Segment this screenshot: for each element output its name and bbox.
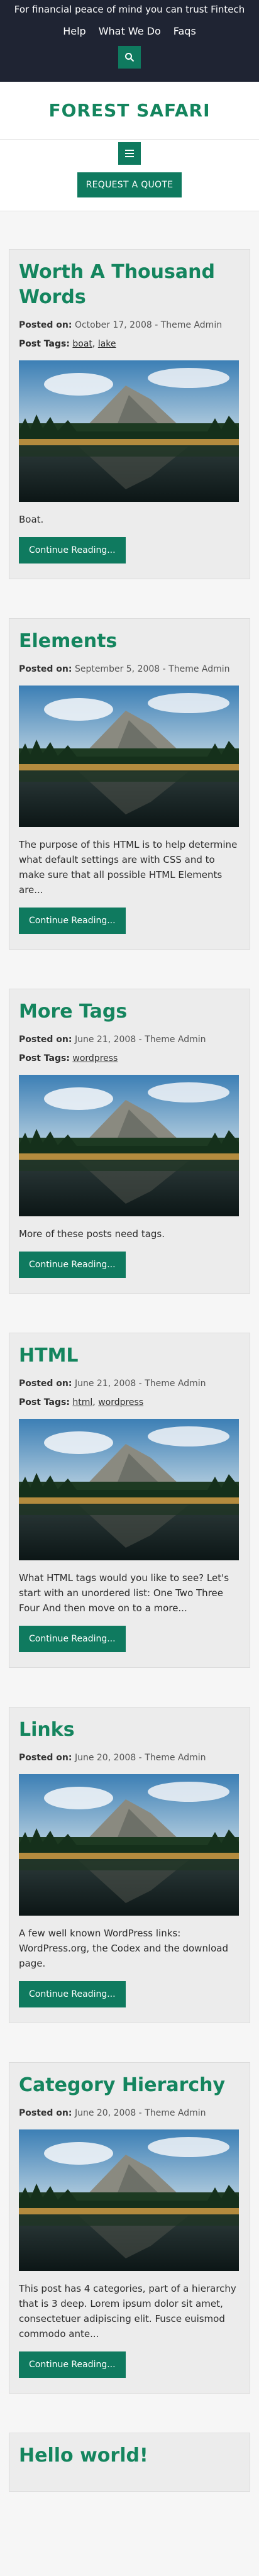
tag-link[interactable]: html <box>72 1397 92 1407</box>
request-quote-button[interactable]: REQUEST A QUOTE <box>77 172 182 197</box>
post-thumbnail[interactable] <box>19 2129 239 2271</box>
continue-reading-button[interactable]: Continue Reading... <box>19 2351 126 2378</box>
post-card: Hello world! <box>9 2433 250 2492</box>
topnav-what-we-do[interactable]: What We Do <box>99 25 161 37</box>
post-card: Worth A Thousand Words Posted on: October… <box>9 249 250 579</box>
search-button[interactable] <box>118 46 141 69</box>
post-meta: Posted on: June 21, 2008 - Theme Admin <box>19 1379 206 1389</box>
posted-on-label: Posted on: <box>19 2108 72 2118</box>
posted-on-label: Posted on: <box>19 664 72 674</box>
post-meta: Posted on: October 17, 2008 - Theme Admi… <box>19 320 223 330</box>
post-excerpt: The purpose of this HTML is to help dete… <box>19 839 238 896</box>
post-list: Worth A Thousand Words Posted on: October… <box>0 249 259 2492</box>
post-title[interactable]: Category Hierarchy <box>19 2073 240 2098</box>
post-excerpt: Boat. <box>19 514 44 525</box>
post-excerpt: This post has 4 categories, part of a hi… <box>19 2283 236 2340</box>
posted-on-label: Posted on: <box>19 1753 72 1763</box>
tag-link[interactable]: wordpress <box>98 1397 143 1407</box>
post-card: Elements Posted on: September 5, 2008 - T… <box>9 618 250 950</box>
site-tagline: For financial peace of mind you can trus… <box>14 4 245 15</box>
post-thumbnail[interactable] <box>19 1075 239 1216</box>
tag-link[interactable]: lake <box>98 339 116 349</box>
post-thumbnail[interactable] <box>19 360 239 502</box>
post-author[interactable]: Theme Admin <box>145 1035 206 1045</box>
post-date[interactable]: June 20, 2008 <box>75 2108 136 2118</box>
post-excerpt: A few well known WordPress links: WordPr… <box>19 1928 229 1969</box>
post-date[interactable]: June 21, 2008 <box>75 1035 136 1045</box>
continue-reading-button[interactable]: Continue Reading... <box>19 908 126 934</box>
post-author[interactable]: Theme Admin <box>168 664 229 674</box>
post-author[interactable]: Theme Admin <box>145 1753 206 1763</box>
topnav-faqs[interactable]: Faqs <box>174 25 196 37</box>
menu-toggle-button[interactable] <box>118 142 141 165</box>
post-date[interactable]: October 17, 2008 <box>75 320 152 330</box>
post-author[interactable]: Theme Admin <box>145 2108 206 2118</box>
main-navigation: REQUEST A QUOTE <box>0 140 259 211</box>
posted-on-label: Posted on: <box>19 1035 72 1045</box>
tag-link[interactable]: wordpress <box>72 1053 118 1063</box>
post-tags-label: Post Tags: <box>19 1397 70 1407</box>
topnav-help[interactable]: Help <box>63 25 85 37</box>
post-title[interactable]: Worth A Thousand Words <box>19 260 240 310</box>
hamburger-icon <box>125 150 134 151</box>
post-thumbnail[interactable] <box>19 1774 239 1916</box>
post-card: More Tags Posted on: June 21, 2008 - Them… <box>9 989 250 1294</box>
post-tags-label: Post Tags: <box>19 339 70 349</box>
post-tags-label: Post Tags: <box>19 1053 70 1063</box>
post-title[interactable]: HTML <box>19 1343 240 1368</box>
post-title[interactable]: Elements <box>19 629 240 654</box>
post-date[interactable]: June 21, 2008 <box>75 1379 136 1389</box>
posted-on-label: Posted on: <box>19 1379 72 1389</box>
post-thumbnail[interactable] <box>19 1419 239 1560</box>
post-meta: Posted on: September 5, 2008 - Theme Adm… <box>19 664 230 674</box>
post-date[interactable]: September 5, 2008 <box>75 664 160 674</box>
post-meta: Posted on: June 21, 2008 - Theme Admin <box>19 1035 206 1045</box>
post-card: Links Posted on: June 20, 2008 - Theme Ad… <box>9 1707 250 2023</box>
post-excerpt: More of these posts need tags. <box>19 1228 165 1240</box>
post-excerpt: What HTML tags would you like to see? Le… <box>19 1572 229 1614</box>
post-meta: Posted on: June 20, 2008 - Theme Admin <box>19 2108 206 2118</box>
post-meta: Posted on: June 20, 2008 - Theme Admin <box>19 1753 206 1763</box>
post-tags: Post Tags: wordpress <box>19 1051 240 1066</box>
site-header: FOREST SAFARI <box>0 82 259 140</box>
continue-reading-button[interactable]: Continue Reading... <box>19 1626 126 1652</box>
top-navigation: Help What We Do Faqs <box>0 25 259 37</box>
post-title[interactable]: Links <box>19 1718 240 1743</box>
tag-link[interactable]: boat <box>72 339 92 349</box>
search-icon <box>125 53 135 62</box>
post-tags: Post Tags: boat, lake <box>19 339 116 349</box>
post-author[interactable]: Theme Admin <box>161 320 222 330</box>
post-author[interactable]: Theme Admin <box>145 1379 206 1389</box>
post-tags: Post Tags: html, wordpress <box>19 1397 144 1407</box>
site-logo[interactable]: FOREST SAFARI <box>48 100 210 121</box>
top-bar: For financial peace of mind you can trus… <box>0 0 259 82</box>
post-date[interactable]: June 20, 2008 <box>75 1753 136 1763</box>
post-card: Category Hierarchy Posted on: June 20, 20… <box>9 2062 250 2394</box>
posted-on-label: Posted on: <box>19 320 72 330</box>
post-title[interactable]: Hello world! <box>19 2443 240 2468</box>
continue-reading-button[interactable]: Continue Reading... <box>19 1252 126 1278</box>
post-thumbnail[interactable] <box>19 686 239 827</box>
post-card: HTML Posted on: June 21, 2008 - Theme Adm… <box>9 1333 250 1668</box>
post-title[interactable]: More Tags <box>19 999 240 1024</box>
continue-reading-button[interactable]: Continue Reading... <box>19 1981 126 2007</box>
continue-reading-button[interactable]: Continue Reading... <box>19 537 126 564</box>
